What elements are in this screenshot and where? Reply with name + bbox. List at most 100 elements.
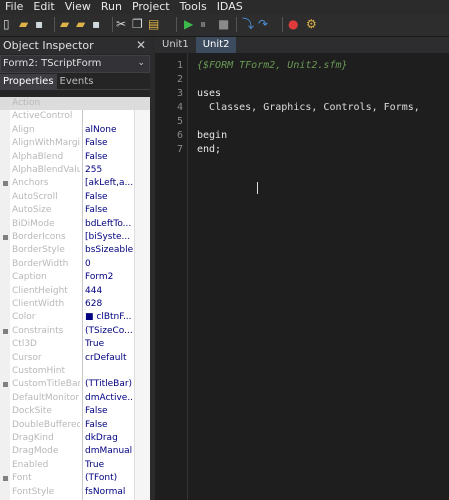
expand-marker-icon[interactable] bbox=[3, 328, 8, 334]
property-value[interactable]: False bbox=[85, 191, 133, 204]
tab-unit2[interactable]: Unit2 bbox=[195, 37, 237, 53]
property-value[interactable]: dmManual bbox=[85, 445, 133, 458]
save-icon[interactable]: ▪ bbox=[35, 17, 49, 31]
expand-marker-icon[interactable] bbox=[3, 382, 8, 388]
property-value[interactable]: dkDrag bbox=[85, 432, 133, 445]
expand-marker-icon[interactable] bbox=[3, 476, 8, 482]
property-value[interactable]: 0 bbox=[85, 258, 133, 271]
open-folder-icon[interactable]: ▰ bbox=[19, 17, 33, 31]
property-row[interactable]: Action bbox=[0, 97, 150, 111]
property-row[interactable]: Constraints (TSizeCo... bbox=[0, 325, 150, 338]
property-value[interactable]: [biSyste... bbox=[85, 231, 133, 244]
run-icon[interactable]: ▶ bbox=[184, 17, 198, 31]
step-over-icon[interactable]: ↷ bbox=[258, 17, 272, 31]
property-value[interactable]: alNone bbox=[85, 124, 133, 137]
code-line[interactable]: end; bbox=[197, 143, 221, 157]
property-row[interactable]: BorderIcons [biSyste... bbox=[0, 231, 150, 244]
property-row[interactable]: Font (TFont) bbox=[0, 472, 150, 485]
property-value[interactable]: bdLeftTo... bbox=[85, 218, 133, 231]
property-value[interactable]: 255 bbox=[85, 164, 133, 177]
save-all-icon[interactable]: ▪ bbox=[92, 17, 106, 31]
open-project-icon[interactable]: ▰ bbox=[60, 17, 74, 31]
property-name: ClientWidth bbox=[12, 299, 65, 309]
menu-edit[interactable]: Edit bbox=[28, 0, 59, 14]
property-value[interactable]: (TSizeCo... bbox=[85, 325, 133, 338]
property-row[interactable]: ClientWidth 628 bbox=[0, 298, 150, 311]
property-row[interactable]: BiDiMode bdLeftTo... bbox=[0, 218, 150, 231]
property-row[interactable]: AlphaBlend False bbox=[0, 151, 150, 164]
property-row[interactable]: Anchors [akLeft,a... bbox=[0, 177, 150, 190]
property-row[interactable]: BorderStyle bsSizeable bbox=[0, 244, 150, 257]
property-row[interactable]: AutoScroll False bbox=[0, 191, 150, 204]
property-row[interactable]: AlignWithMargins False bbox=[0, 137, 150, 150]
menu-idas[interactable]: IDAS bbox=[212, 0, 248, 14]
expand-marker-icon[interactable] bbox=[3, 181, 8, 187]
code-line[interactable]: begin bbox=[197, 129, 227, 143]
property-value[interactable]: False bbox=[85, 405, 133, 418]
property-value[interactable]: False bbox=[85, 419, 133, 432]
form-selector[interactable]: Form2: TScriptForm ⌄ bbox=[0, 55, 150, 73]
code-line[interactable]: uses bbox=[197, 87, 221, 101]
tab-properties[interactable]: Properties bbox=[0, 74, 57, 89]
cut-icon[interactable]: ✂ bbox=[116, 17, 130, 31]
property-row[interactable]: AlphaBlendValue 255 bbox=[0, 164, 150, 177]
code-editor: Unit1 Unit2 1 2 3 4 5 6 7 {$FORM TForm2, Unit2… bbox=[155, 37, 449, 500]
property-row[interactable]: DefaultMonitor dmActive... bbox=[0, 392, 150, 405]
property-row[interactable]: Ctl3D True bbox=[0, 338, 150, 351]
stop-icon[interactable]: ■ bbox=[218, 17, 232, 31]
property-row[interactable]: Enabled True bbox=[0, 459, 150, 472]
new-folder-icon[interactable]: ▰ bbox=[76, 17, 90, 31]
debug-settings-icon[interactable]: ⚙ bbox=[306, 17, 320, 31]
property-row[interactable]: FontStyle fsNormal bbox=[0, 486, 150, 499]
breakpoint-icon[interactable]: ● bbox=[288, 17, 302, 31]
paste-icon[interactable]: ▤ bbox=[148, 17, 162, 31]
tab-events[interactable]: Events bbox=[57, 74, 97, 89]
property-row[interactable]: BorderWidth 0 bbox=[0, 258, 150, 271]
menu-project[interactable]: Project bbox=[127, 0, 175, 14]
property-row[interactable]: ActiveControl bbox=[0, 110, 150, 123]
property-value[interactable]: 444 bbox=[85, 285, 133, 298]
property-row[interactable]: DockSite False bbox=[0, 405, 150, 418]
menu-view[interactable]: View bbox=[60, 0, 96, 14]
property-row[interactable]: CustomTitleBar (TTitleBar) bbox=[0, 378, 150, 391]
property-value[interactable]: 628 bbox=[85, 298, 133, 311]
property-row[interactable]: Caption Form2 bbox=[0, 271, 150, 284]
property-value[interactable]: True bbox=[85, 338, 133, 351]
property-row[interactable]: Align alNone bbox=[0, 124, 150, 137]
chevron-down-icon[interactable]: ⌄ bbox=[137, 55, 145, 71]
menu-tools[interactable]: Tools bbox=[175, 0, 212, 14]
property-value[interactable]: bsSizeable bbox=[85, 244, 133, 257]
property-value[interactable]: False bbox=[85, 151, 133, 164]
property-row[interactable]: AutoSize False bbox=[0, 204, 150, 217]
property-row[interactable]: CustomHint bbox=[0, 365, 150, 378]
property-value[interactable]: dmActive... bbox=[85, 392, 133, 405]
menu-run[interactable]: Run bbox=[96, 0, 127, 14]
copy-icon[interactable]: ❐ bbox=[132, 17, 146, 31]
property-value[interactable]: [akLeft,a... bbox=[85, 177, 133, 190]
expand-marker-icon[interactable] bbox=[3, 235, 8, 240]
property-row[interactable]: DoubleBuffered False bbox=[0, 419, 150, 432]
property-value[interactable]: ■ clBtnF... bbox=[85, 311, 133, 324]
property-value[interactable]: False bbox=[85, 137, 133, 150]
property-row[interactable]: Color ■ clBtnF... bbox=[0, 311, 150, 324]
property-value[interactable]: (TFont) bbox=[85, 472, 133, 485]
property-value[interactable]: crDefault bbox=[85, 352, 133, 365]
property-row[interactable]: DragMode dmManual bbox=[0, 445, 150, 458]
property-value[interactable]: False bbox=[85, 204, 133, 217]
tab-unit1[interactable]: Unit1 bbox=[155, 37, 196, 53]
property-value[interactable]: fsNormal bbox=[85, 486, 133, 499]
step-into-icon[interactable]: ⤵ bbox=[242, 17, 256, 31]
property-row[interactable]: Cursor crDefault bbox=[0, 352, 150, 365]
property-name: CustomHint bbox=[12, 366, 65, 376]
code-line[interactable]: Classes, Graphics, Controls, Forms, bbox=[197, 101, 420, 115]
property-value[interactable]: True bbox=[85, 459, 133, 472]
menu-file[interactable]: File bbox=[0, 0, 28, 14]
new-file-icon[interactable]: ▯ bbox=[3, 17, 17, 31]
property-row[interactable]: ClientHeight 444 bbox=[0, 285, 150, 298]
property-row[interactable]: DragKind dkDrag bbox=[0, 432, 150, 445]
property-value[interactable]: (TTitleBar) bbox=[85, 378, 133, 391]
pause-icon[interactable]: ⏸ bbox=[200, 17, 214, 31]
close-icon[interactable]: ✕ bbox=[136, 37, 146, 54]
property-value[interactable]: Form2 bbox=[85, 271, 133, 284]
code-line[interactable]: {$FORM TForm2, Unit2.sfm} bbox=[197, 59, 348, 73]
